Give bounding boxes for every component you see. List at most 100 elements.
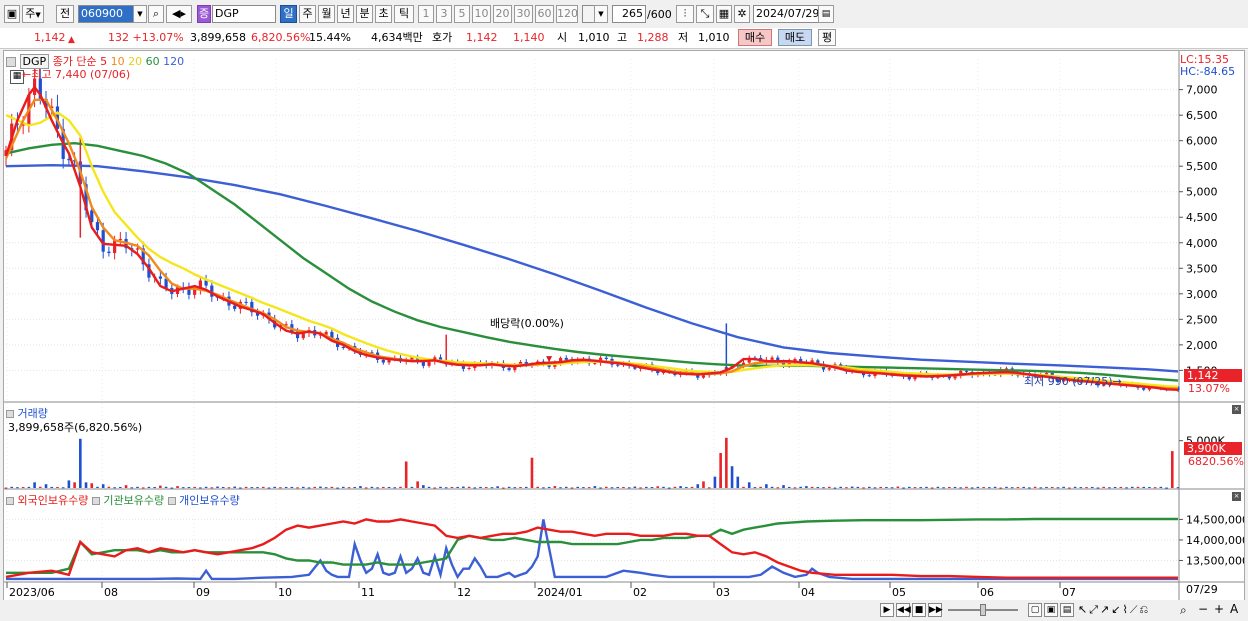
volume-bar bbox=[399, 486, 402, 488]
interval-120-button[interactable]: 120 bbox=[556, 5, 578, 23]
count-input[interactable]: 265 bbox=[612, 5, 646, 23]
volume-bar bbox=[101, 484, 105, 488]
zoom-out-icon[interactable]: − bbox=[1198, 602, 1208, 616]
dividend-annotation: 배당락(0.00%) bbox=[490, 317, 564, 330]
volume-bar bbox=[427, 486, 431, 488]
price-tick-label: 3,000 bbox=[1186, 288, 1218, 301]
candle-body bbox=[616, 364, 620, 366]
interval-1-button[interactable]: 1 bbox=[418, 5, 434, 23]
period-monthly-button[interactable]: 월 bbox=[318, 5, 335, 23]
volume-bar bbox=[44, 484, 48, 488]
zoom-in-icon[interactable]: + bbox=[1214, 602, 1224, 616]
candle-type-icon[interactable]: ⫶ bbox=[676, 5, 694, 23]
volume-bar bbox=[719, 452, 722, 488]
zoom-slider-handle[interactable] bbox=[980, 604, 986, 616]
interval-dropdown-icon[interactable]: ▼ bbox=[594, 5, 608, 23]
period-daily-button[interactable]: 일 bbox=[280, 5, 297, 23]
stock-code-input[interactable]: 060900 bbox=[78, 5, 134, 23]
period-yearly-button[interactable]: 년 bbox=[337, 5, 354, 23]
save-icon[interactable]: ▦ bbox=[716, 5, 732, 23]
search-icon[interactable]: ⌕ bbox=[148, 5, 164, 23]
volume-bar bbox=[336, 487, 339, 489]
chart-area[interactable]: 7,000 6,500 6,000 5,500 5,000 4,500 4,000 3,500… bbox=[3, 50, 1245, 602]
volume-bar bbox=[33, 482, 36, 488]
interval-3-button[interactable]: 3 bbox=[436, 5, 452, 23]
volume-bar bbox=[147, 486, 151, 488]
volume-bar bbox=[1068, 487, 1071, 489]
volume-bar bbox=[153, 487, 156, 489]
fast-forward-icon[interactable]: ▶▶ bbox=[928, 603, 943, 617]
play-icon[interactable]: ▶ bbox=[880, 603, 894, 617]
window-icon[interactable]: ▢ bbox=[1028, 603, 1042, 617]
volume-bar bbox=[73, 482, 76, 488]
period-code-button[interactable]: 주▼ bbox=[22, 5, 44, 23]
indicator-icon[interactable]: ⤡ bbox=[696, 5, 714, 23]
period-minute-button[interactable]: 분 bbox=[356, 5, 373, 23]
auto-scale-icon[interactable]: A bbox=[1230, 602, 1238, 616]
last-change-label: 13.07% bbox=[1188, 382, 1230, 395]
candle-body bbox=[427, 361, 431, 366]
sell-button[interactable]: 매도 bbox=[778, 29, 812, 46]
evaluate-button[interactable]: 평 bbox=[818, 29, 836, 46]
volume-bar bbox=[519, 487, 522, 489]
sound-icon[interactable]: ◀▸ bbox=[166, 5, 192, 23]
volume-bar bbox=[587, 487, 591, 489]
volume-bar bbox=[999, 487, 1003, 489]
volume-bar bbox=[639, 487, 642, 489]
interval-10-button[interactable]: 10 bbox=[472, 5, 491, 23]
volume-bar bbox=[656, 486, 660, 488]
calendar-icon[interactable]: ▤ bbox=[818, 5, 834, 23]
zoom-icon[interactable]: ⌕ bbox=[1180, 603, 1187, 618]
period-tick-button[interactable]: 틱 bbox=[394, 5, 414, 23]
volume-bar bbox=[1142, 486, 1145, 488]
close-icon[interactable]: × bbox=[1232, 492, 1241, 501]
volume-bar bbox=[1039, 487, 1043, 489]
current-price: 1,142 bbox=[34, 31, 66, 44]
volume-bar bbox=[736, 476, 740, 488]
stock-name-field[interactable]: DGP bbox=[212, 5, 276, 23]
layout-icon[interactable]: ▤ bbox=[1060, 603, 1074, 617]
interval-20-button[interactable]: 20 bbox=[493, 5, 512, 23]
volume-bar bbox=[296, 487, 299, 489]
volume-bar bbox=[965, 486, 968, 488]
volume-bar bbox=[867, 486, 871, 488]
stop-icon[interactable]: ■ bbox=[912, 603, 926, 617]
split-icon[interactable]: ▣ bbox=[1044, 603, 1058, 617]
panel-handle-icon[interactable] bbox=[6, 497, 14, 505]
close-icon[interactable]: × bbox=[1232, 405, 1241, 414]
holdings-panel-legend: 외국인보유수량 기관보유수량 개인보유수량 bbox=[6, 492, 240, 508]
chart-canvas[interactable]: 7,000 6,500 6,000 5,500 5,000 4,500 4,000 3,500… bbox=[4, 51, 1244, 601]
interval-60-button[interactable]: 60 bbox=[535, 5, 554, 23]
type-button[interactable]: 전 bbox=[56, 5, 74, 23]
date-input[interactable]: 2024/07/29 bbox=[753, 5, 819, 23]
volume-bar bbox=[1062, 486, 1065, 488]
volume-bar bbox=[439, 486, 442, 488]
high-annotation-text: 최고 7,440 (07/06) bbox=[31, 68, 131, 81]
panel-handle-icon[interactable] bbox=[6, 410, 14, 418]
volume-bar bbox=[919, 487, 923, 489]
volume-bar bbox=[1119, 486, 1123, 488]
interval-5-button[interactable]: 5 bbox=[454, 5, 470, 23]
high-label: 고 bbox=[617, 31, 628, 44]
volume-bar bbox=[673, 486, 677, 488]
rewind-icon[interactable]: ◀◀ bbox=[896, 603, 911, 617]
high-annotation: ←최고 7,440 (07/06) bbox=[22, 66, 130, 82]
volume-bar bbox=[856, 486, 860, 488]
buy-button[interactable]: 매수 bbox=[738, 29, 772, 46]
price-tick-label: 6,000 bbox=[1186, 135, 1218, 148]
panel-handle-icon[interactable] bbox=[91, 497, 100, 505]
drawing-tools-icons[interactable]: ↖⤢↗↙⌇⟋⎌ bbox=[1078, 603, 1150, 617]
period-second-button[interactable]: 초 bbox=[375, 5, 392, 23]
panel-handle-icon[interactable] bbox=[167, 497, 176, 505]
volume-bar bbox=[725, 437, 728, 488]
chart-window-icon[interactable]: ▣ bbox=[4, 5, 20, 23]
stock-code-dropdown-icon[interactable]: ▼ bbox=[133, 5, 147, 23]
volume-value-label: 3,899,658주(6,820.56%) bbox=[8, 421, 143, 434]
interval-30-button[interactable]: 30 bbox=[514, 5, 533, 23]
holdings-line bbox=[6, 519, 1178, 581]
gear-icon[interactable]: ✲ bbox=[734, 5, 750, 23]
x-tick-label: 2024/01 bbox=[537, 586, 583, 599]
panel-handle-icon[interactable] bbox=[6, 57, 16, 67]
volume-bar bbox=[279, 487, 282, 489]
period-weekly-button[interactable]: 주 bbox=[299, 5, 316, 23]
